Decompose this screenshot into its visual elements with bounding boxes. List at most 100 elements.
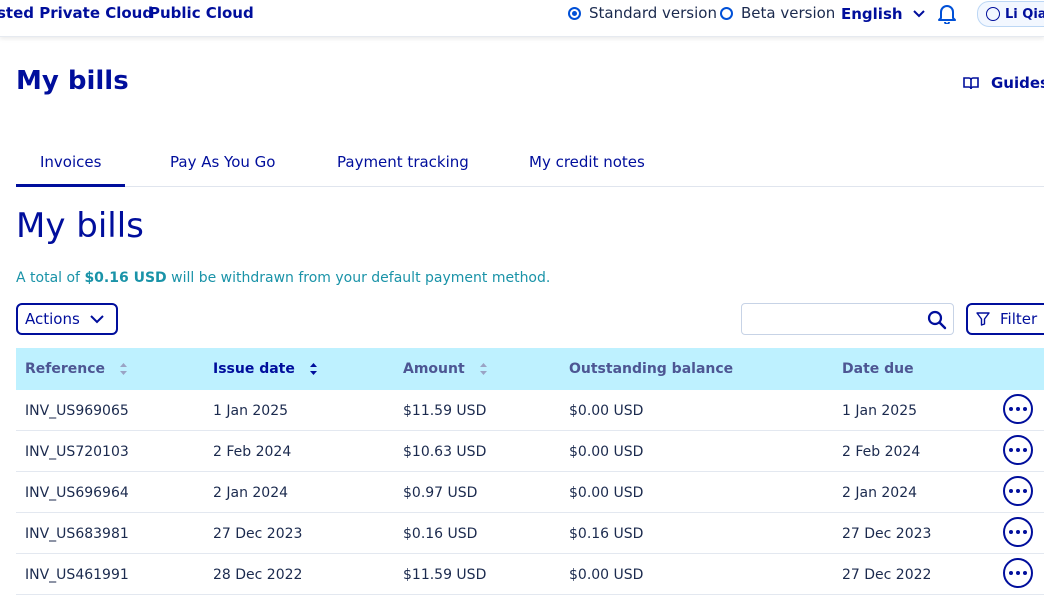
column-outstanding-balance-label: Outstanding balance [569,361,734,377]
cell-date-due: 27 Dec 2023 [842,526,932,542]
nav-public-cloud[interactable]: Public Cloud [149,4,254,22]
user-name: Li Qian [1005,6,1044,22]
bell-icon [938,5,956,25]
cell-reference: INV_US720103 [25,444,129,460]
more-icon [1016,489,1020,493]
cell-date-due: 1 Jan 2025 [842,403,918,419]
cell-balance: $0.00 USD [569,403,644,419]
sort-descending-icon[interactable] [309,362,318,376]
standard-version-option[interactable]: Standard version [568,4,717,22]
table-row: INV_US696964 2 Jan 2024 $0.97 USD $0.00 … [16,472,1044,513]
cell-issue-date: 27 Dec 2023 [213,526,303,542]
more-icon [1023,530,1027,534]
cell-balance: $0.16 USD [569,526,644,542]
info-suffix: will be withdrawn from your default paym… [166,270,551,286]
cell-balance: $0.00 USD [569,485,644,501]
guides-label: Guides [991,74,1044,92]
cell-reference: INV_US696964 [25,485,129,501]
cell-reference: INV_US683981 [25,526,129,542]
tab-invoices[interactable]: Invoices [15,153,127,187]
more-icon [1023,407,1027,411]
column-date-due: Date due [842,361,914,377]
chevron-down-icon [90,314,104,323]
row-more-button[interactable] [1003,394,1033,424]
table-row: INV_US461991 28 Dec 2022 $11.59 USD $0.0… [16,554,1044,595]
table-header: Reference Issue date Amount Outstanding … [16,348,1044,390]
cell-date-due: 2 Feb 2024 [842,444,921,460]
cell-amount: $11.59 USD [403,567,487,583]
more-icon [1016,407,1020,411]
search-icon[interactable] [927,310,947,330]
more-icon [1023,448,1027,452]
table-row: INV_US683981 27 Dec 2023 $0.16 USD $0.16… [16,513,1044,554]
more-icon [1023,489,1027,493]
nav-hosted-private-cloud[interactable]: sted Private Cloud [0,4,153,22]
column-amount-label: Amount [403,361,465,377]
cell-amount: $0.16 USD [403,526,478,542]
book-icon [963,77,979,90]
tab-my-credit-notes[interactable]: My credit notes [529,153,645,171]
language-label: English [841,5,903,23]
chevron-down-icon [912,10,925,18]
radio-unchecked-icon[interactable] [720,6,733,20]
user-account-button[interactable]: Li Qian [977,1,1044,27]
more-icon [1009,489,1013,493]
cell-date-due: 27 Dec 2022 [842,567,932,583]
column-outstanding-balance: Outstanding balance [569,361,733,377]
column-issue-date-label: Issue date [213,361,295,377]
user-icon [986,7,1000,21]
filter-button[interactable]: Filter [966,303,1044,335]
more-icon [1016,448,1020,452]
section-title: My bills [16,206,144,246]
search-box [741,303,954,335]
row-more-button[interactable] [1003,558,1033,588]
cell-issue-date: 2 Jan 2024 [213,485,289,501]
sort-icon[interactable] [119,362,128,376]
sort-icon[interactable] [479,362,488,376]
cell-amount: $10.63 USD [403,444,487,460]
page-title: My bills [16,66,129,96]
column-reference[interactable]: Reference [25,361,128,377]
info-prefix: A total of [16,270,85,286]
column-issue-date[interactable]: Issue date [213,361,318,377]
billing-tabs: Invoices Pay As You Go Payment tracking … [15,146,1044,187]
table-row: INV_US969065 1 Jan 2025 $11.59 USD $0.00… [16,390,1044,431]
cell-reference: INV_US461991 [25,567,129,583]
actions-label: Actions [25,310,80,328]
column-amount[interactable]: Amount [403,361,488,377]
cell-balance: $0.00 USD [569,444,644,460]
more-icon [1023,571,1027,575]
filter-icon [976,312,990,326]
cell-issue-date: 28 Dec 2022 [213,567,303,583]
invoices-table: Reference Issue date Amount Outstanding … [16,348,1044,595]
search-input[interactable] [748,304,922,334]
tab-pay-as-you-go[interactable]: Pay As You Go [170,153,275,171]
withdrawal-info: A total of $0.16 USD will be withdrawn f… [16,270,550,286]
top-navigation-bar: sted Private Cloud Public Cloud Standard… [0,0,1044,37]
radio-checked-icon[interactable] [568,6,581,20]
row-more-button[interactable] [1003,476,1033,506]
cell-reference: INV_US969065 [25,403,129,419]
language-selector[interactable]: English [841,5,925,23]
filter-label: Filter [1000,310,1038,328]
tab-payment-tracking[interactable]: Payment tracking [337,153,469,171]
row-more-button[interactable] [1003,435,1033,465]
notifications-button[interactable] [936,2,958,28]
actions-dropdown[interactable]: Actions [16,303,118,335]
cell-amount: $11.59 USD [403,403,487,419]
standard-version-label: Standard version [589,4,717,22]
cell-amount: $0.97 USD [403,485,478,501]
info-amount: $0.16 USD [84,270,167,286]
more-icon [1016,530,1020,534]
column-reference-label: Reference [25,361,106,377]
beta-version-label: Beta version [741,4,836,22]
cell-date-due: 2 Jan 2024 [842,485,918,501]
row-more-button[interactable] [1003,517,1033,547]
cell-issue-date: 1 Jan 2025 [213,403,289,419]
beta-version-option[interactable]: Beta version [720,4,835,22]
more-icon [1009,407,1013,411]
cell-issue-date: 2 Feb 2024 [213,444,292,460]
table-row: INV_US720103 2 Feb 2024 $10.63 USD $0.00… [16,431,1044,472]
cell-balance: $0.00 USD [569,567,644,583]
guides-link[interactable]: Guides [963,74,1044,92]
